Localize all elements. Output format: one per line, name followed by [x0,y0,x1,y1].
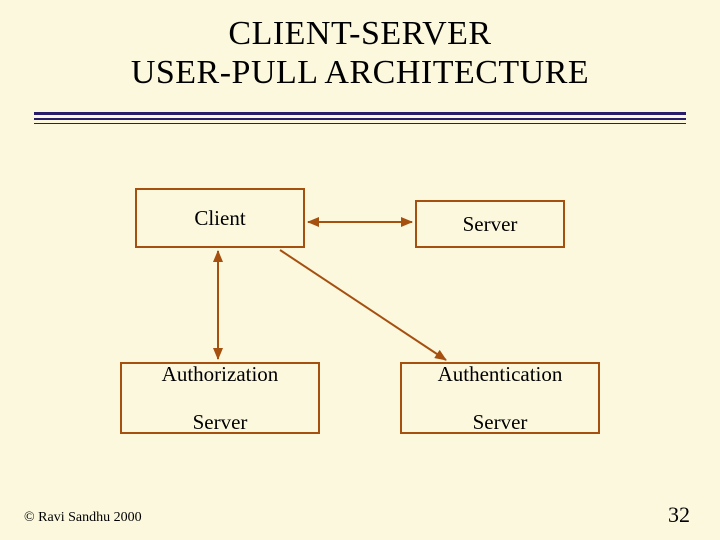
diagram-canvas: Client Server Authorization Server Authe… [0,0,720,540]
box-authz-label-2: Server [162,410,279,434]
arrows-layer [0,0,720,540]
box-authz-label-1: Authorization [162,362,279,386]
box-client-label: Client [194,206,245,230]
box-server: Server [415,200,565,248]
box-client: Client [135,188,305,248]
footer-copyright: © Ravi Sandhu 2000 [24,510,142,526]
footer-page-number: 32 [668,502,690,528]
box-authn-label-2: Server [438,410,563,434]
arrow-client-authn [280,250,446,360]
box-authentication-server: Authentication Server [400,362,600,434]
box-authorization-server: Authorization Server [120,362,320,434]
box-authn-label-1: Authentication [438,362,563,386]
box-server-label: Server [463,212,518,236]
